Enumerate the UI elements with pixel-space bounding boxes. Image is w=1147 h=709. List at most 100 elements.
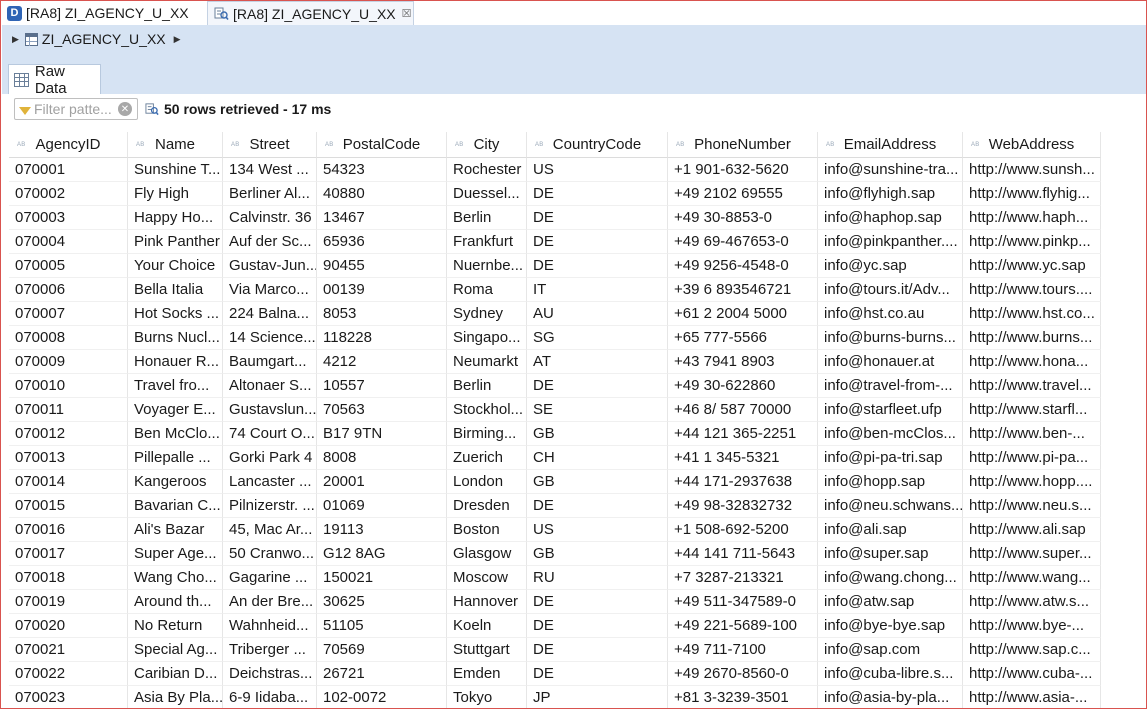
table-row[interactable]: 070016 Ali's Bazar 45, Mac Ar... 19113 Bosto…: [9, 518, 1104, 542]
table-cell-countrycode[interactable]: DE: [527, 230, 668, 254]
table-cell-agencyid[interactable]: 070007: [9, 302, 128, 326]
table-cell-phonenumber[interactable]: +39 6 893546721: [668, 278, 818, 302]
table-cell-postalcode[interactable]: 30625: [317, 590, 447, 614]
table-cell-street[interactable]: 45, Mac Ar...: [223, 518, 317, 542]
table-cell-webaddress[interactable]: http://www.sunsh...: [963, 158, 1101, 182]
table-cell-name[interactable]: Caribian D...: [128, 662, 223, 686]
table-cell-emailaddress[interactable]: info@starfleet.ufp: [818, 398, 963, 422]
table-cell-webaddress[interactable]: http://www.cuba-...: [963, 662, 1101, 686]
table-cell-emailaddress[interactable]: info@wang.chong...: [818, 566, 963, 590]
table-cell-phonenumber[interactable]: +49 9256-4548-0: [668, 254, 818, 278]
table-cell-street[interactable]: Baumgart...: [223, 350, 317, 374]
table-cell-agencyid[interactable]: 070015: [9, 494, 128, 518]
table-cell-city[interactable]: Nuernbe...: [447, 254, 527, 278]
table-cell-postalcode[interactable]: 13467: [317, 206, 447, 230]
table-cell-emailaddress[interactable]: info@yc.sap: [818, 254, 963, 278]
table-cell-webaddress[interactable]: http://www.sap.c...: [963, 638, 1101, 662]
table-cell-webaddress[interactable]: http://www.ben-...: [963, 422, 1101, 446]
table-cell-city[interactable]: Emden: [447, 662, 527, 686]
table-cell-phonenumber[interactable]: +65 777-5566: [668, 326, 818, 350]
table-cell-name[interactable]: Burns Nucl...: [128, 326, 223, 350]
table-cell-agencyid[interactable]: 070011: [9, 398, 128, 422]
table-cell-name[interactable]: Honauer R...: [128, 350, 223, 374]
table-cell-countrycode[interactable]: DE: [527, 254, 668, 278]
table-cell-street[interactable]: Lancaster ...: [223, 470, 317, 494]
table-cell-countrycode[interactable]: IT: [527, 278, 668, 302]
table-cell-emailaddress[interactable]: info@neu.schwans...: [818, 494, 963, 518]
table-cell-street[interactable]: Triberger ...: [223, 638, 317, 662]
table-cell-countrycode[interactable]: DE: [527, 206, 668, 230]
table-cell-phonenumber[interactable]: +49 98-32832732: [668, 494, 818, 518]
table-cell-webaddress[interactable]: http://www.burns...: [963, 326, 1101, 350]
table-cell-agencyid[interactable]: 070004: [9, 230, 128, 254]
table-cell-webaddress[interactable]: http://www.atw.s...: [963, 590, 1101, 614]
table-row[interactable]: 070010 Travel fro... Altonaer S... 10557 Ber…: [9, 374, 1104, 398]
table-cell-webaddress[interactable]: http://www.hst.co...: [963, 302, 1101, 326]
table-cell-emailaddress[interactable]: info@hopp.sap: [818, 470, 963, 494]
table-row[interactable]: 070023 Asia By Pla... 6-9 Iidaba... 102-007…: [9, 686, 1104, 708]
table-cell-street[interactable]: 50 Cranwo...: [223, 542, 317, 566]
table-cell-webaddress[interactable]: http://www.yc.sap: [963, 254, 1101, 278]
table-cell-webaddress[interactable]: http://www.haph...: [963, 206, 1101, 230]
table-cell-agencyid[interactable]: 070019: [9, 590, 128, 614]
chevron-right-icon[interactable]: ▶: [174, 34, 181, 45]
table-cell-street[interactable]: 14 Science...: [223, 326, 317, 350]
table-cell-phonenumber[interactable]: +44 121 365-2251: [668, 422, 818, 446]
table-cell-city[interactable]: Rochester: [447, 158, 527, 182]
clear-icon[interactable]: ✕: [118, 102, 132, 116]
table-cell-emailaddress[interactable]: info@flyhigh.sap: [818, 182, 963, 206]
table-cell-city[interactable]: Hannover: [447, 590, 527, 614]
table-cell-countrycode[interactable]: GB: [527, 422, 668, 446]
table-cell-name[interactable]: Bavarian C...: [128, 494, 223, 518]
tab-raw-data[interactable]: Raw Data: [8, 63, 101, 97]
table-cell-street[interactable]: Gorki Park 4: [223, 446, 317, 470]
table-cell-agencyid[interactable]: 070012: [9, 422, 128, 446]
table-cell-name[interactable]: Fly High: [128, 182, 223, 206]
table-cell-agencyid[interactable]: 070008: [9, 326, 128, 350]
table-cell-webaddress[interactable]: http://www.bye-...: [963, 614, 1101, 638]
table-cell-city[interactable]: Birming...: [447, 422, 527, 446]
table-cell-emailaddress[interactable]: info@asia-by-pla...: [818, 686, 963, 708]
table-cell-city[interactable]: Koeln: [447, 614, 527, 638]
table-cell-phonenumber[interactable]: +1 508-692-5200: [668, 518, 818, 542]
table-cell-street[interactable]: 74 Court O...: [223, 422, 317, 446]
table-cell-webaddress[interactable]: http://www.tours....: [963, 278, 1101, 302]
table-cell-phonenumber[interactable]: +44 141 711-5643: [668, 542, 818, 566]
table-cell-phonenumber[interactable]: +41 1 345-5321: [668, 446, 818, 470]
table-cell-webaddress[interactable]: http://www.hona...: [963, 350, 1101, 374]
table-cell-countrycode[interactable]: DE: [527, 638, 668, 662]
table-cell-postalcode[interactable]: 40880: [317, 182, 447, 206]
table-cell-city[interactable]: Stockhol...: [447, 398, 527, 422]
column-header-postalcode[interactable]: AB PostalCode: [317, 132, 447, 158]
column-header-city[interactable]: AB City: [447, 132, 527, 158]
table-cell-agencyid[interactable]: 070001: [9, 158, 128, 182]
table-cell-city[interactable]: Glasgow: [447, 542, 527, 566]
table-cell-city[interactable]: Tokyo: [447, 686, 527, 708]
table-cell-city[interactable]: Zuerich: [447, 446, 527, 470]
table-row[interactable]: 070022 Caribian D... Deichstras... 26721 Emd…: [9, 662, 1104, 686]
table-cell-postalcode[interactable]: 8053: [317, 302, 447, 326]
table-cell-agencyid[interactable]: 070013: [9, 446, 128, 470]
table-cell-name[interactable]: Pink Panther: [128, 230, 223, 254]
table-cell-city[interactable]: Stuttgart: [447, 638, 527, 662]
table-cell-name[interactable]: Your Choice: [128, 254, 223, 278]
table-cell-agencyid[interactable]: 070016: [9, 518, 128, 542]
table-row[interactable]: 070020 No Return Wahnheid... 51105 Koeln DE +4…: [9, 614, 1104, 638]
table-cell-agencyid[interactable]: 070022: [9, 662, 128, 686]
table-cell-phonenumber[interactable]: +49 711-7100: [668, 638, 818, 662]
table-cell-phonenumber[interactable]: +49 30-622860: [668, 374, 818, 398]
table-cell-emailaddress[interactable]: info@honauer.at: [818, 350, 963, 374]
column-header-name[interactable]: AB Name: [128, 132, 223, 158]
table-cell-emailaddress[interactable]: info@travel-from-...: [818, 374, 963, 398]
table-cell-name[interactable]: Happy Ho...: [128, 206, 223, 230]
table-cell-countrycode[interactable]: DE: [527, 614, 668, 638]
table-cell-emailaddress[interactable]: info@bye-bye.sap: [818, 614, 963, 638]
table-cell-street[interactable]: Berliner Al...: [223, 182, 317, 206]
table-cell-webaddress[interactable]: http://www.pi-pa...: [963, 446, 1101, 470]
table-cell-emailaddress[interactable]: info@cuba-libre.s...: [818, 662, 963, 686]
table-row[interactable]: 070012 Ben McClo... 74 Court O... B17 9TN Bi…: [9, 422, 1104, 446]
table-cell-phonenumber[interactable]: +49 2670-8560-0: [668, 662, 818, 686]
table-cell-emailaddress[interactable]: info@super.sap: [818, 542, 963, 566]
tab-data-preview[interactable]: [RA8] ZI_AGENCY_U_XX ☒: [207, 1, 414, 25]
table-cell-street[interactable]: Gagarine ...: [223, 566, 317, 590]
